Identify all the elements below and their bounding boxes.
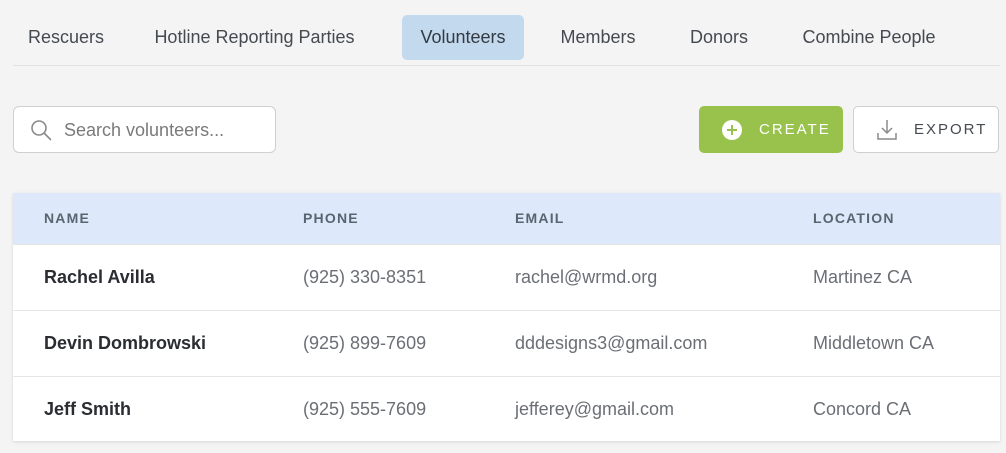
- column-header-phone[interactable]: PHONE: [303, 210, 359, 226]
- table-header: NAME PHONE EMAIL LOCATION: [13, 193, 1000, 244]
- volunteer-email: dddesigns3@gmail.com: [515, 333, 708, 353]
- volunteer-email: rachel@wrmd.org: [515, 267, 658, 287]
- export-button-label: EXPORT: [914, 121, 988, 138]
- volunteer-phone: (925) 899-7609: [303, 333, 427, 353]
- tab-combine-people[interactable]: Combine People: [784, 15, 954, 60]
- search-box[interactable]: [13, 106, 276, 153]
- export-button[interactable]: EXPORT: [853, 106, 999, 153]
- create-button[interactable]: CREATE: [699, 106, 843, 153]
- volunteer-location: Martinez CA: [813, 267, 913, 287]
- volunteer-phone: (925) 330-8351: [303, 267, 427, 287]
- volunteer-phone: (925) 555-7609: [303, 399, 427, 419]
- column-header-email[interactable]: EMAIL: [515, 210, 565, 226]
- plus-circle-icon: [722, 120, 742, 140]
- tab-volunteers[interactable]: Volunteers: [402, 15, 524, 60]
- search-input[interactable]: [64, 117, 264, 143]
- volunteer-name[interactable]: Devin Dombrowski: [44, 333, 206, 354]
- table-row[interactable]: Rachel Avilla (925) 330-8351 rachel@wrmd…: [13, 244, 1000, 310]
- tab-donors[interactable]: Donors: [675, 15, 763, 60]
- create-button-label: CREATE: [759, 121, 831, 138]
- volunteers-table: NAME PHONE EMAIL LOCATION Rachel Avilla …: [13, 193, 1000, 441]
- tab-hotline-reporting-parties[interactable]: Hotline Reporting Parties: [139, 15, 370, 60]
- volunteer-email: jefferey@gmail.com: [515, 399, 674, 419]
- volunteer-name[interactable]: Rachel Avilla: [44, 267, 155, 288]
- volunteer-location: Middletown CA: [813, 333, 935, 353]
- search-icon: [31, 120, 52, 141]
- tab-rescuers[interactable]: Rescuers: [13, 15, 119, 60]
- volunteer-location: Concord CA: [813, 399, 912, 419]
- column-header-name[interactable]: NAME: [44, 210, 90, 226]
- table-row[interactable]: Devin Dombrowski (925) 899-7609 dddesign…: [13, 310, 1000, 376]
- download-icon: [877, 120, 897, 140]
- volunteer-name[interactable]: Jeff Smith: [44, 399, 131, 420]
- tab-members[interactable]: Members: [544, 15, 652, 60]
- table-row[interactable]: Jeff Smith (925) 555-7609 jefferey@gmail…: [13, 376, 1000, 442]
- column-header-location[interactable]: LOCATION: [813, 210, 895, 226]
- people-tabs: Rescuers Hotline Reporting Parties Volun…: [13, 14, 1000, 66]
